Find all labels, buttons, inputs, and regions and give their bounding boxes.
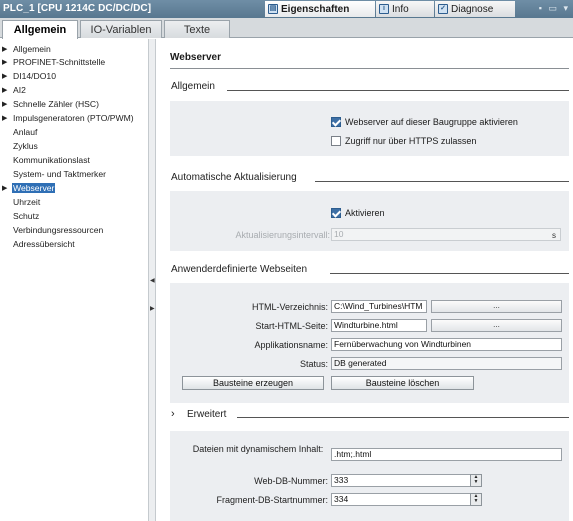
- generate-blocks-button[interactable]: Bausteine erzeugen: [182, 376, 324, 390]
- properties-content: Webserver Allgemein Webserver auf dieser…: [157, 39, 573, 521]
- panel-tab-diagnose[interactable]: ✓ Diagnose: [435, 1, 515, 17]
- nav-item-adressuebersicht[interactable]: Adressübersicht: [2, 237, 76, 250]
- section-divider: [315, 181, 569, 182]
- update-interval-unit: s: [552, 231, 556, 240]
- fragment-db-start-field[interactable]: 334: [331, 493, 471, 506]
- start-page-label: Start-HTML-Seite:: [255, 321, 328, 331]
- section-advanced-panel: Dateien mit dynamischem Inhalt: .htm;.ht…: [170, 431, 569, 521]
- nav-item-anlauf[interactable]: Anlauf: [2, 125, 38, 138]
- section-advanced-heading[interactable]: Erweitert: [187, 409, 226, 420]
- nav-item-taktmerker[interactable]: System- und Taktmerker: [2, 167, 107, 180]
- panel-tab-info[interactable]: i Info: [376, 1, 434, 17]
- application-name-field[interactable]: Fernüberwachung von Windturbinen: [331, 338, 562, 351]
- web-db-number-spinner[interactable]: ▲ ▼: [470, 474, 482, 487]
- html-directory-browse-button[interactable]: ...: [431, 300, 562, 313]
- expand-arrow-icon[interactable]: ▶: [2, 100, 12, 108]
- dynamic-files-label: Dateien mit dynamischem Inhalt:: [192, 444, 324, 454]
- nav-item-verbindungsressourcen[interactable]: Verbindungsressourcen: [2, 223, 104, 236]
- diagnose-icon: ✓: [438, 4, 448, 14]
- panel-splitter[interactable]: ◀ ▶: [149, 39, 156, 521]
- section-divider: [330, 273, 569, 274]
- section-auto-update-heading: Automatische Aktualisierung: [171, 172, 297, 183]
- nav-item-kommunikationslast[interactable]: Kommunikationslast: [2, 153, 91, 166]
- title-divider: [170, 68, 569, 69]
- checkbox-unchecked-icon[interactable]: [331, 136, 341, 146]
- title-bar: PLC_1 [CPU 1214C DC/DC/DC] ▤ Eigenschaft…: [0, 0, 573, 18]
- nav-item-hsc[interactable]: ▶ Schnelle Zähler (HSC): [2, 97, 100, 110]
- nav-item-zyklus[interactable]: Zyklus: [2, 139, 39, 152]
- update-interval-field[interactable]: 10: [331, 228, 561, 241]
- window-title: PLC_1 [CPU 1214C DC/DC/DC]: [3, 3, 152, 14]
- nav-item-webserver[interactable]: ▶ Webserver: [2, 181, 56, 194]
- properties-icon: ▤: [268, 4, 278, 14]
- expand-right-icon[interactable]: ▶: [150, 305, 155, 312]
- html-directory-field[interactable]: C:\Wind_Turbines\HTM: [331, 300, 427, 313]
- panel-tab-eigenschaften[interactable]: ▤ Eigenschaften: [265, 1, 375, 17]
- expand-arrow-icon[interactable]: ▶: [2, 184, 12, 192]
- tab-io-variablen[interactable]: IO-Variablen: [80, 20, 162, 38]
- nav-item-schutz[interactable]: Schutz: [2, 209, 40, 222]
- delete-blocks-button[interactable]: Bausteine löschen: [331, 376, 474, 390]
- checkbox-checked-icon[interactable]: [331, 117, 341, 127]
- nav-item-pto-pwm[interactable]: ▶ Impulsgeneratoren (PTO/PWM): [2, 111, 135, 124]
- section-divider: [227, 90, 569, 91]
- nav-item-di14-do10[interactable]: ▶ DI14/DO10: [2, 69, 57, 82]
- nav-item-profinet[interactable]: ▶ PROFINET-Schnittstelle: [2, 55, 106, 68]
- section-divider: [237, 417, 569, 418]
- tab-texte[interactable]: Texte: [164, 20, 230, 38]
- start-page-field[interactable]: Windturbine.html: [331, 319, 427, 332]
- update-interval-label: Aktualisierungsintervall:: [235, 230, 330, 240]
- window-controls[interactable]: ▪ ▭ ▾: [539, 3, 570, 14]
- expand-arrow-icon[interactable]: ▶: [2, 86, 12, 94]
- section-user-pages-heading: Anwenderdefinierte Webseiten: [171, 264, 308, 275]
- nav-item-ai2[interactable]: ▶ AI2: [2, 83, 27, 96]
- https-only-checkbox[interactable]: Zugriff nur über HTTPS zulassen: [331, 136, 476, 146]
- start-page-browse-button[interactable]: ...: [431, 319, 562, 332]
- web-db-number-label: Web-DB-Nummer:: [254, 476, 328, 486]
- expand-arrow-icon[interactable]: ▶: [2, 114, 12, 122]
- tab-allgemein[interactable]: Allgemein: [2, 20, 78, 39]
- status-label: Status:: [299, 359, 328, 369]
- expand-chevron-icon[interactable]: ›: [171, 408, 175, 420]
- page-title: Webserver: [170, 52, 221, 63]
- expand-arrow-icon[interactable]: ▶: [2, 58, 12, 66]
- expand-arrow-icon[interactable]: ▶: [2, 72, 12, 80]
- navigation-tree: ▶ Allgemein ▶ PROFINET-Schnittstelle ▶ DI14…: [0, 39, 149, 521]
- nav-item-allgemein[interactable]: ▶ Allgemein: [2, 42, 52, 55]
- application-name-label: Applikationsname:: [254, 340, 328, 350]
- expand-arrow-icon[interactable]: ▶: [2, 45, 12, 53]
- dynamic-files-field[interactable]: .htm;.html: [331, 448, 562, 461]
- status-field: DB generated: [331, 357, 562, 370]
- auto-update-activate-checkbox[interactable]: Aktivieren: [331, 208, 385, 218]
- fragment-db-start-label: Fragment-DB-Startnummer:: [216, 495, 328, 505]
- checkbox-checked-icon[interactable]: [331, 208, 341, 218]
- nav-item-uhrzeit[interactable]: Uhrzeit: [2, 195, 41, 208]
- section-allgemein-heading: Allgemein: [171, 81, 215, 92]
- html-directory-label: HTML-Verzeichnis:: [251, 302, 328, 312]
- section-allgemein-panel: Webserver auf dieser Baugruppe aktiviere…: [170, 101, 569, 156]
- collapse-left-icon[interactable]: ◀: [150, 277, 155, 284]
- web-db-number-field[interactable]: 333: [331, 474, 471, 487]
- section-auto-update-panel: Aktivieren Aktualisierungsintervall: 10 …: [170, 191, 569, 251]
- section-user-pages-panel: HTML-Verzeichnis: C:\Wind_Turbines\HTM .…: [170, 283, 569, 403]
- enable-webserver-checkbox[interactable]: Webserver auf dieser Baugruppe aktiviere…: [331, 117, 518, 127]
- fragment-db-start-spinner[interactable]: ▲ ▼: [470, 493, 482, 506]
- info-icon: i: [379, 4, 389, 14]
- property-tabs: Allgemein IO-Variablen Texte: [0, 18, 573, 39]
